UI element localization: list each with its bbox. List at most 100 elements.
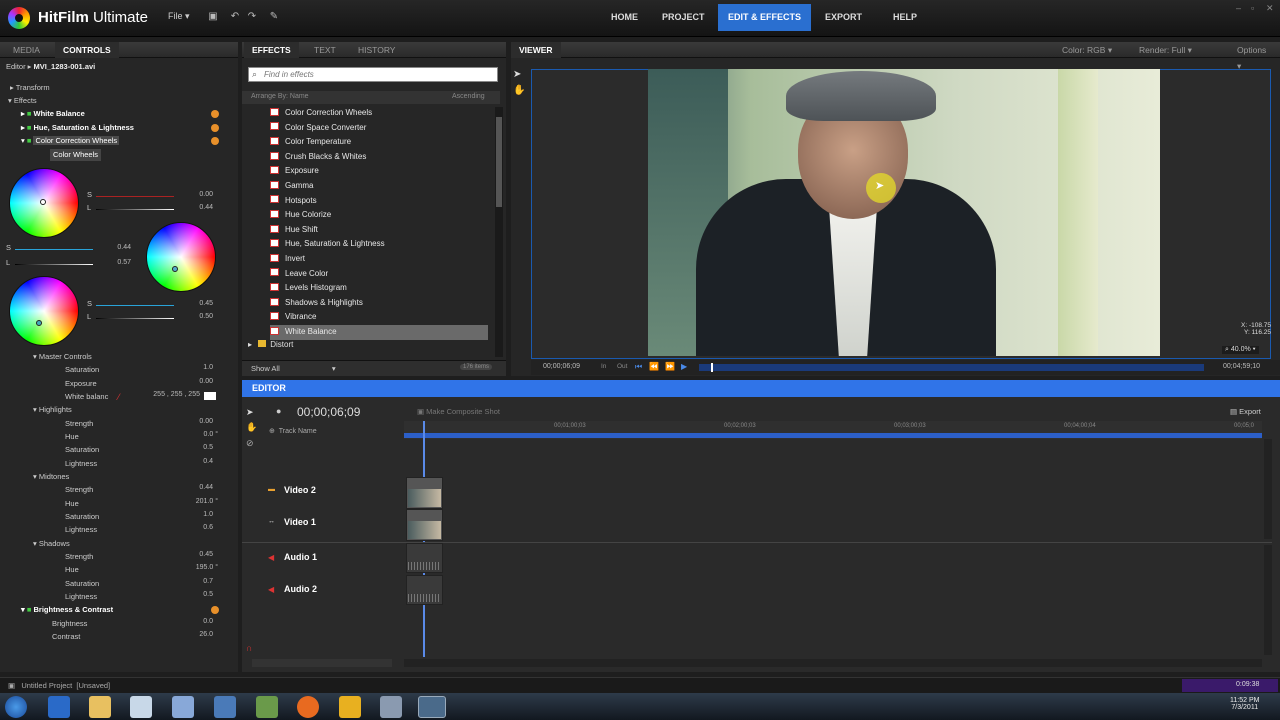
master-saturation-value[interactable]: 1.0 — [180, 364, 213, 371]
effect-item[interactable]: White Balance — [270, 325, 488, 340]
app-icon[interactable] — [214, 696, 236, 718]
media-player-icon[interactable] — [130, 696, 152, 718]
sh-lightness-value[interactable]: 0.5 — [180, 591, 213, 598]
tab-text[interactable]: TEXT — [306, 42, 344, 58]
effect-item[interactable]: Invert — [270, 252, 488, 267]
redo-icon[interactable]: ↷ — [246, 11, 258, 23]
hl-lightness-value[interactable]: 0.4 — [180, 458, 213, 465]
sh-hue-value[interactable]: 195.0 ° — [180, 564, 218, 571]
show-all-dropdown[interactable]: Show All ▾ — [251, 364, 336, 373]
tree-effects[interactable]: ▾ Effects — [8, 95, 37, 107]
video-frame[interactable]: ➤ — [648, 69, 1160, 356]
minimize-icon[interactable]: – — [1236, 3, 1241, 13]
track-video1-label[interactable]: Video 1 — [284, 517, 316, 527]
effect-item[interactable]: Color Temperature — [270, 135, 488, 150]
tab-media[interactable]: MEDIA — [5, 42, 48, 58]
nav-home[interactable]: HOME — [601, 4, 648, 31]
effect-toggle-icon[interactable] — [211, 124, 219, 132]
tree-transform[interactable]: ▸ Transform — [10, 82, 50, 94]
nav-edit-effects[interactable]: EDIT & EFFECTS — [718, 4, 812, 31]
section-highlights[interactable]: ▾ Highlights — [33, 404, 72, 416]
hl-hue-value[interactable]: 0.0 ° — [180, 431, 218, 438]
make-composite-button[interactable]: ▣ Make Composite Shot — [417, 407, 500, 416]
wheel2-s-value[interactable]: 0.44 — [98, 244, 131, 251]
editor-hand-icon[interactable]: ✋ — [246, 422, 257, 433]
nav-help[interactable]: HELP — [883, 4, 927, 31]
track-video2-icon[interactable]: ▬ — [268, 486, 275, 493]
audio-tracks-scrollbar[interactable] — [1264, 545, 1272, 655]
tab-history[interactable]: HISTORY — [350, 42, 403, 58]
tree-brightness-contrast[interactable]: ▾ ■ Brightness & Contrast — [21, 604, 113, 616]
track-audio1-icon[interactable]: ◀ — [268, 553, 274, 562]
section-shadows[interactable]: ▾ Shadows — [33, 538, 70, 550]
wheel3-s-slider[interactable] — [96, 305, 174, 306]
wrench-icon[interactable]: ✎ — [268, 11, 280, 23]
effect-toggle-icon[interactable] — [211, 137, 219, 145]
white-swatch[interactable] — [204, 392, 216, 400]
wheel1-l-slider[interactable] — [96, 209, 174, 210]
track-video2-label[interactable]: Video 2 — [284, 485, 316, 495]
audio1-clip[interactable] — [406, 543, 443, 573]
ie-icon[interactable] — [48, 696, 70, 718]
tree-hsl[interactable]: ▸ ■ Hue, Saturation & Lightness — [21, 122, 134, 134]
video-tracks-scrollbar[interactable] — [1264, 439, 1272, 539]
undo-icon[interactable]: ↶ — [229, 11, 241, 23]
magnet-icon[interactable]: ∩ — [246, 643, 252, 653]
wheel3-l-slider[interactable] — [96, 318, 174, 319]
app-icon[interactable] — [256, 696, 278, 718]
start-button-icon[interactable] — [5, 696, 27, 718]
effect-item[interactable]: Exposure — [270, 164, 488, 179]
effect-item[interactable]: Shadows & Highlights — [270, 296, 488, 311]
effect-item[interactable]: Leave Color — [270, 267, 488, 282]
wheel2-l-value[interactable]: 0.57 — [98, 259, 131, 266]
tab-effects[interactable]: EFFECTS — [244, 42, 299, 58]
close-icon[interactable]: ✕ — [1266, 3, 1274, 14]
video2-clip[interactable] — [406, 477, 443, 509]
effect-item[interactable]: Color Correction Wheels — [270, 106, 488, 121]
search-input[interactable] — [264, 69, 494, 80]
mt-saturation-value[interactable]: 1.0 — [180, 511, 213, 518]
tab-color-wheels[interactable]: Color Wheels — [50, 149, 102, 161]
file-menu[interactable]: File ▾ — [168, 11, 190, 22]
mt-lightness-value[interactable]: 0.6 — [180, 524, 213, 531]
effect-item[interactable]: Crush Blacks & Whites — [270, 150, 488, 165]
nav-export[interactable]: EXPORT — [815, 4, 872, 31]
tab-controls[interactable]: CONTROLS — [55, 42, 119, 58]
select-tool-icon[interactable]: ➤ — [513, 69, 521, 80]
timeline-ruler[interactable]: 00;01;00;03 00;02;00;03 00;03;00;03 00;0… — [404, 421, 1262, 439]
section-midtones[interactable]: ▾ Midtones — [33, 471, 69, 483]
document-icon[interactable] — [172, 696, 194, 718]
sh-saturation-value[interactable]: 0.7 — [180, 578, 213, 585]
bc-contrast-value[interactable]: 26.0 — [180, 631, 213, 638]
track-audio2-icon[interactable]: ◀ — [268, 585, 274, 594]
effects-scrollbar[interactable] — [495, 107, 503, 357]
hand-tool-icon[interactable]: ✋ — [513, 85, 525, 96]
wheel-handle[interactable] — [36, 320, 42, 326]
viewer-timecode[interactable]: 00;00;06;09 — [543, 363, 580, 370]
scrubber-playhead[interactable] — [710, 363, 713, 372]
effect-item[interactable]: Gamma — [270, 179, 488, 194]
viewer-scrubber[interactable] — [699, 363, 1204, 372]
save-icon[interactable]: ▣ — [207, 11, 219, 23]
mark-in-button[interactable]: In — [601, 363, 606, 370]
wheel3-l-value[interactable]: 0.50 — [180, 313, 213, 320]
render-dropdown[interactable]: Render: Full ▾ — [1131, 42, 1200, 58]
master-white-balance-value[interactable]: 255 , 255 , 255 — [140, 391, 200, 398]
track-audio1-label[interactable]: Audio 1 — [284, 552, 317, 562]
explorer-icon[interactable] — [89, 696, 111, 718]
wheel-handle[interactable] — [40, 199, 46, 205]
app-icon[interactable] — [380, 696, 402, 718]
mark-out-button[interactable]: Out — [617, 363, 627, 370]
folder-distort[interactable]: ▸ Distort — [248, 340, 293, 349]
wheel1-l-value[interactable]: 0.44 — [180, 204, 213, 211]
sh-strength-value[interactable]: 0.45 — [180, 551, 213, 558]
effect-item[interactable]: Hue Colorize — [270, 208, 488, 223]
editor-select-icon[interactable]: ➤ — [246, 407, 254, 418]
mt-hue-value[interactable]: 201.0 ° — [180, 498, 218, 505]
sort-order[interactable]: Ascending — [452, 93, 485, 100]
tree-color-correction-wheels[interactable]: ▾ ■ Color Correction Wheels — [21, 135, 120, 147]
hl-strength-value[interactable]: 0.00 — [180, 418, 213, 425]
effect-item[interactable]: Hue Shift — [270, 223, 488, 238]
editor-timecode[interactable]: 00;00;06;09 — [297, 405, 360, 419]
tree-white-balance[interactable]: ▸ ■ White Balance — [21, 108, 85, 120]
